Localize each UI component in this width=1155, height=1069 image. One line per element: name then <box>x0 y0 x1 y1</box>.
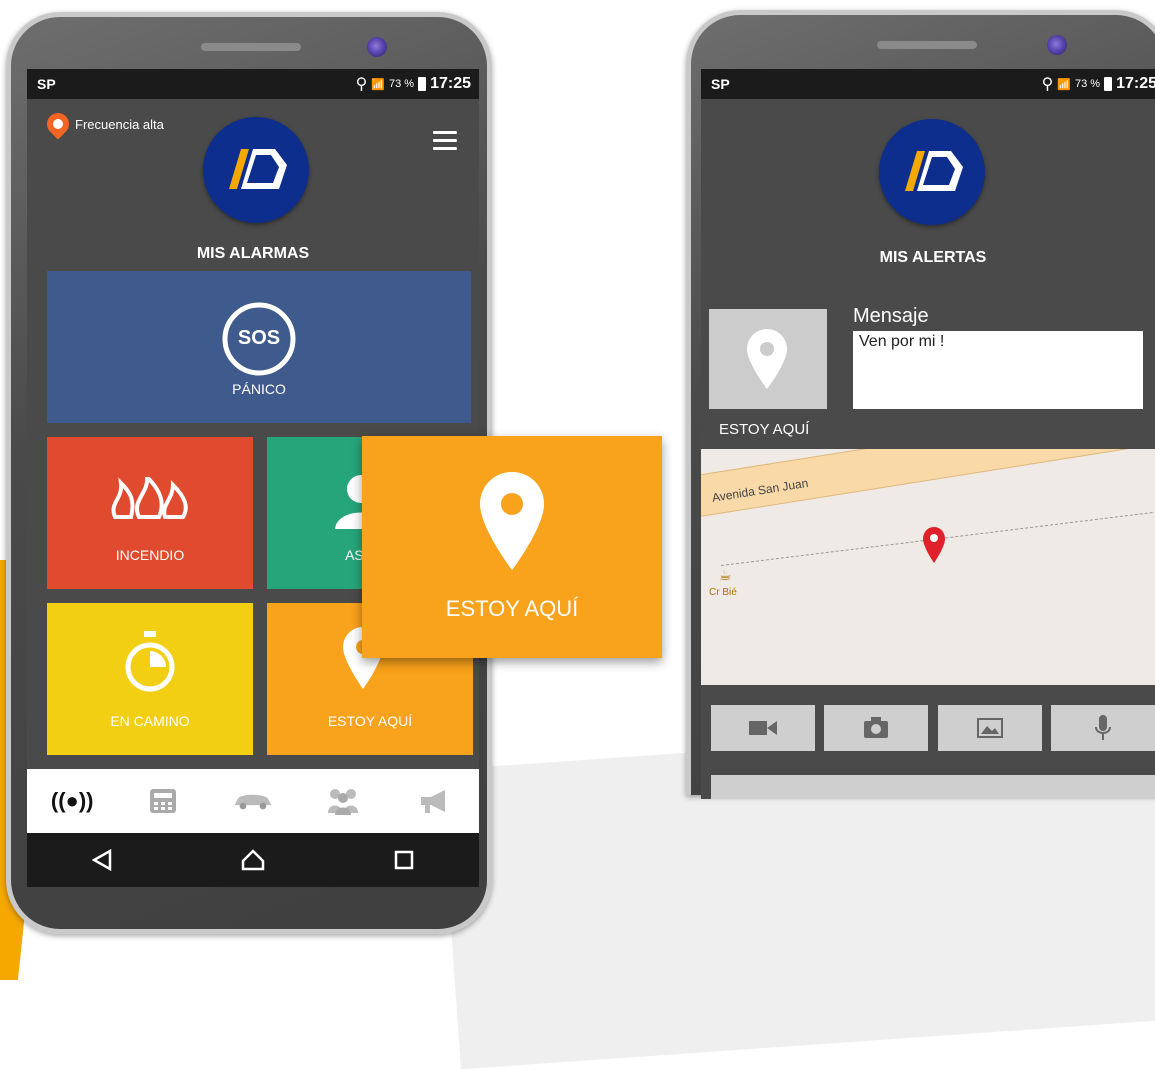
wifi-icon: 📶 <box>1057 78 1071 91</box>
group-icon[interactable] <box>323 784 363 818</box>
fire-label: INCENDIO <box>115 547 185 563</box>
place-name: Cr Bié <box>709 587 737 598</box>
map-marker-icon[interactable] <box>923 527 945 563</box>
carrier-label: SP <box>711 76 730 92</box>
message-label: Mensaje <box>853 305 929 327</box>
bottom-tab-bar: ((●)) <box>27 769 479 833</box>
broadcast-icon[interactable]: ((●)) <box>51 784 94 818</box>
location-thumbnail[interactable] <box>709 309 827 409</box>
system-nav-bar <box>27 833 479 887</box>
battery-percent: 73 % <box>389 78 415 90</box>
location-pin-icon <box>747 329 787 389</box>
en-camino-tile[interactable]: EN CAMINO <box>47 603 253 755</box>
section-title: MIS ALARMAS <box>196 245 310 262</box>
battery-icon <box>418 77 427 91</box>
recents-icon[interactable] <box>394 850 414 870</box>
sos-badge: SOS <box>237 327 281 349</box>
message-input[interactable]: Ven por mi ! <box>853 331 1143 409</box>
battery-percent: 73 % <box>1075 78 1101 90</box>
calculator-icon[interactable] <box>143 784 183 818</box>
frequency-icon <box>42 108 74 140</box>
carrier-label: SP <box>37 76 56 92</box>
app-logo <box>203 117 309 223</box>
cafe-icon: ☕ <box>719 567 732 583</box>
status-bar: SP ⚲ 📶 73 % 17:25 <box>701 69 1155 99</box>
battery-icon <box>1104 77 1113 91</box>
en-camino-label: EN CAMINO <box>110 713 190 729</box>
fire-icon <box>111 477 188 519</box>
location-icon: ⚲ <box>355 76 368 93</box>
speaker-grille <box>201 43 301 51</box>
stopwatch-icon <box>125 631 175 692</box>
front-camera <box>1047 35 1067 55</box>
back-icon[interactable] <box>91 849 112 871</box>
thumbnail-label: ESTOY AQUÍ <box>719 421 810 438</box>
microphone-icon[interactable] <box>1050 705 1155 751</box>
map-view[interactable]: Avenida San Juan ☕ Cr Bié <box>701 449 1155 685</box>
estoy-aqui-label: ESTOY AQUÍ <box>327 713 413 729</box>
speaker-grille <box>877 41 977 49</box>
estoy-aqui-popout[interactable]: ESTOY AQUÍ <box>362 436 662 658</box>
app-logo <box>879 119 985 225</box>
gallery-icon[interactable] <box>937 705 1042 751</box>
send-field[interactable] <box>711 775 1155 799</box>
logo-mark-icon <box>229 149 287 189</box>
menu-button[interactable] <box>433 131 457 150</box>
location-icon: ⚲ <box>1041 76 1054 93</box>
section-title: MIS ALERTAS <box>879 249 987 266</box>
right-phone: SP ⚲ 📶 73 % 17:25 MIS ALERTAS ESTOY AQUÍ… <box>686 10 1155 799</box>
panic-label: PÁNICO <box>232 381 286 397</box>
status-bar: SP ⚲ 📶 73 % 17:25 <box>27 69 479 99</box>
front-camera <box>367 37 387 57</box>
wifi-icon: 📶 <box>371 78 385 91</box>
frequency-label: Frecuencia alta <box>75 116 164 132</box>
popout-label: ESTOY AQUÍ <box>445 596 579 621</box>
megaphone-icon[interactable] <box>414 784 454 818</box>
camera-icon[interactable] <box>824 705 929 751</box>
logo-mark-icon <box>905 151 963 191</box>
fire-tile[interactable]: INCENDIO <box>47 437 253 589</box>
frequency-indicator[interactable]: Frecuencia alta <box>42 108 164 140</box>
video-icon[interactable] <box>711 705 815 751</box>
clock: 17:25 <box>430 75 471 92</box>
media-buttons <box>701 705 1155 751</box>
car-icon[interactable] <box>233 784 273 818</box>
home-icon[interactable] <box>241 849 265 871</box>
right-screen: SP ⚲ 📶 73 % 17:25 MIS ALERTAS ESTOY AQUÍ… <box>701 69 1155 799</box>
clock: 17:25 <box>1116 75 1155 92</box>
panic-tile[interactable]: SOS PÁNICO <box>47 271 471 423</box>
location-pin-icon <box>480 472 544 570</box>
